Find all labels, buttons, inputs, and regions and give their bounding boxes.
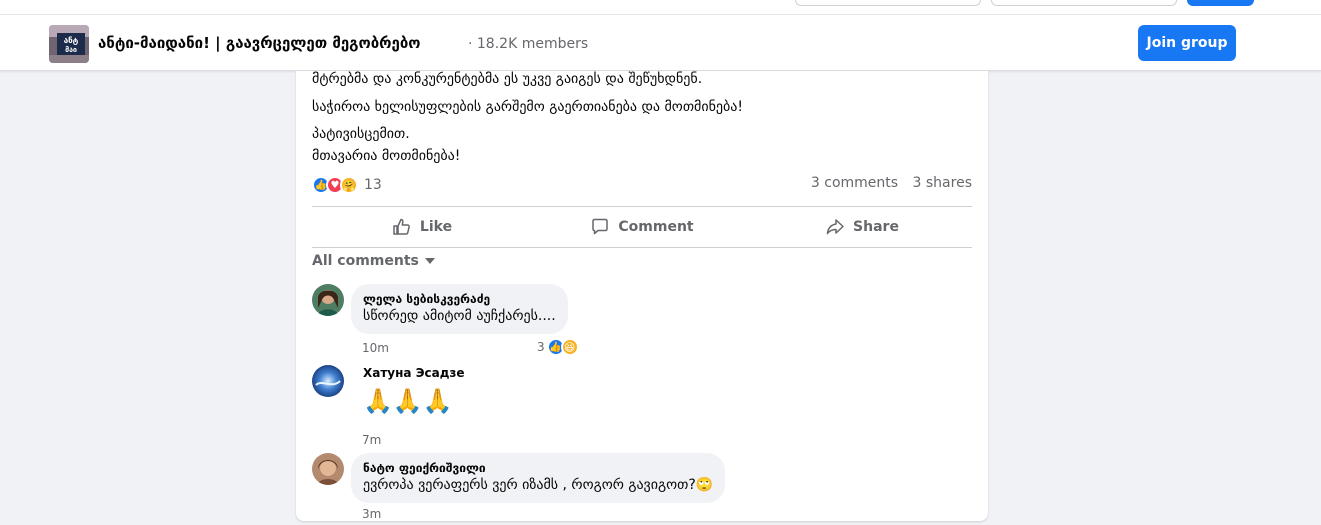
comment-reactions[interactable]: 3 👍 😆 (537, 338, 579, 356)
like-icon (393, 218, 410, 235)
svg-text:ანტ: ანტ (64, 36, 79, 45)
post-card: მტრებმა და კონკურენტებმა ეს უკვე გაიგეს … (296, 71, 988, 521)
comment-text: 🙏🙏🙏 (363, 387, 453, 415)
group-avatar[interactable]: ანტ მაი (49, 25, 89, 63)
divider (312, 247, 972, 248)
comment-content: Хатуна Эсадзе 🙏🙏🙏 (363, 365, 465, 417)
post-actions: Like Comment Share (312, 207, 972, 247)
post-text-line: პატივისცემით. (312, 126, 410, 142)
comment-timestamp[interactable]: 7m (362, 433, 381, 447)
comment-label: Comment (618, 219, 694, 235)
top-button-partial[interactable] (991, 0, 1177, 6)
commenter-avatar[interactable] (312, 284, 344, 316)
commenter-avatar[interactable] (312, 453, 344, 485)
group-title[interactable]: ანტი-მაიდანი! | გაავრცელეთ მეგობრებო (98, 34, 421, 52)
svg-text:მაი: მაი (65, 46, 77, 54)
top-input-partial[interactable] (795, 0, 981, 6)
post-reactions[interactable]: 👍 ♥ 🤗 13 (312, 175, 382, 195)
haha-reaction-icon: 😆 (560, 338, 579, 356)
top-primary-button-partial[interactable] (1187, 0, 1254, 6)
post-counts: 3 comments 3 shares (811, 175, 972, 191)
comment-reaction-count: 3 (537, 340, 545, 354)
commenter-avatar[interactable] (312, 365, 344, 397)
comment-author[interactable]: ნატო ფეიქრიშვილი (363, 460, 713, 476)
comment-bubble: ლელა სებისკვერაძე სწორედ ამიტომ აუჩქარეს… (351, 284, 568, 334)
caret-down-icon (424, 258, 435, 264)
comment-button[interactable]: Comment (532, 207, 752, 247)
comment-text: ევროპა ვერაფერს ვერ იზამს , როგორ გავიგო… (363, 477, 714, 493)
post-text-line: მტრებმა და კონკურენტებმა ეს უკვე გაიგეს … (312, 71, 703, 87)
group-members-count[interactable]: · 18.2K members (468, 36, 588, 52)
comment-filter-dropdown[interactable]: All comments (312, 253, 435, 269)
comment-icon (592, 218, 609, 235)
comment-timestamp[interactable]: 10m (362, 341, 389, 355)
comment-timestamp[interactable]: 3m (362, 507, 381, 521)
comment-text: სწორედ ამიტომ აუჩქარეს.... (363, 308, 556, 324)
comment-filter-label: All comments (312, 253, 419, 269)
comment-author[interactable]: ლელა სებისკვერაძე (363, 291, 556, 307)
post-text-line: საჭიროა ხელისუფლების გარშემო გაერთიანება… (312, 99, 743, 115)
reaction-count: 13 (364, 177, 382, 193)
care-reaction-icon: 🤗 (340, 176, 358, 194)
top-navigation-strip (0, 0, 1321, 14)
share-label: Share (853, 219, 899, 235)
group-header: ანტ მაი ანტი-მაიდანი! | გაავრცელეთ მეგობ… (0, 14, 1321, 71)
like-button[interactable]: Like (312, 207, 532, 247)
join-group-button[interactable]: Join group (1138, 25, 1236, 61)
post-text-line: მთავარია მოთმინება! (312, 148, 461, 164)
like-label: Like (419, 219, 453, 235)
comment-bubble: ნატო ფეიქრიშვილი ევროპა ვერაფერს ვერ იზა… (351, 453, 726, 503)
share-icon (826, 219, 844, 235)
shares-count-link[interactable]: 3 shares (913, 175, 972, 191)
share-button[interactable]: Share (752, 207, 972, 247)
comment-author[interactable]: Хатуна Эсадзе (363, 365, 465, 381)
comments-count-link[interactable]: 3 comments (811, 175, 898, 191)
